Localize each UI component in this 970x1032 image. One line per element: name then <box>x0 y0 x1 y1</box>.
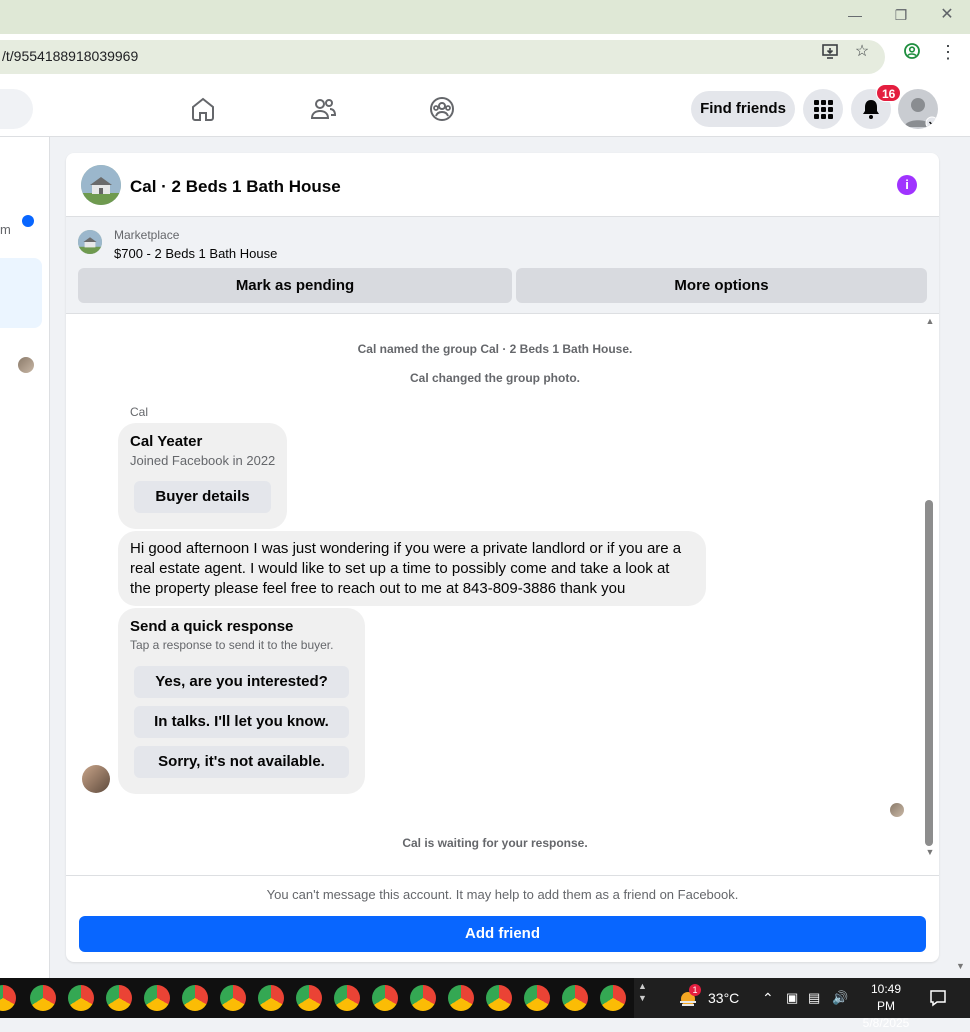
meet-now-icon[interactable]: ▣ <box>786 978 798 1018</box>
menu-grid-button[interactable] <box>803 89 843 129</box>
facebook-top-nav: Find friends 16 <box>0 80 970 137</box>
taskbar-scroll-arrows[interactable]: ▲ ▼ <box>638 980 647 1020</box>
chrome-icon[interactable] <box>372 985 398 1011</box>
marketplace-listing-bar: Marketplace $700 - 2 Beds 1 Bath House M… <box>66 217 939 314</box>
menu-dots-icon[interactable]: ⋮ <box>938 42 958 62</box>
friends-icon[interactable] <box>308 94 338 124</box>
chrome-icon[interactable] <box>410 985 436 1011</box>
sidebar-selected-chat[interactable] <box>0 258 42 328</box>
buyer-details-button[interactable]: Buyer details <box>134 481 271 513</box>
url-text: /t/9554188918039969 <box>2 48 139 64</box>
message-list: Cal named the group Cal · 2 Beds 1 Bath … <box>66 314 939 874</box>
marketplace-label: Marketplace <box>114 228 180 242</box>
chrome-icon[interactable] <box>562 985 588 1011</box>
browser-title-bar: — ❐ ✕ <box>0 0 970 36</box>
notifications-badge: 16 <box>876 84 902 102</box>
chat-panel: Cal · 2 Beds 1 Bath House i Marketplace … <box>66 153 939 962</box>
address-bar[interactable]: /t/9554188918039969 <box>0 40 885 74</box>
taskbar-clock[interactable]: 10:49 PM 5/8/2025 <box>862 981 910 1032</box>
sender-name: Cal <box>130 405 149 419</box>
install-app-icon[interactable] <box>820 42 840 62</box>
scroll-down-arrow[interactable]: ▼ <box>925 847 935 857</box>
sender-avatar[interactable] <box>82 765 110 793</box>
volume-icon[interactable]: 🔊 <box>832 978 848 1018</box>
taskbar-apps <box>0 978 634 1018</box>
chat-footer: You can't message this account. It may h… <box>66 875 939 962</box>
buyer-joined: Joined Facebook in 2022 <box>130 453 276 468</box>
network-icon[interactable]: ▤ <box>808 978 820 1018</box>
close-icon[interactable]: ✕ <box>924 4 970 26</box>
chrome-icon[interactable] <box>144 985 170 1011</box>
chrome-icon[interactable] <box>524 985 550 1011</box>
scrollbar-thumb[interactable] <box>925 500 933 846</box>
quick-response-title: Send a quick response <box>130 618 294 635</box>
cant-message-notice: You can't message this account. It may h… <box>266 887 739 902</box>
chat-title[interactable]: Cal · 2 Beds 1 Bath House <box>130 177 341 197</box>
chrome-icon[interactable] <box>68 985 94 1011</box>
chrome-icon[interactable] <box>486 985 512 1011</box>
sidebar-seen-avatar <box>18 357 34 373</box>
waiting-message: Cal is waiting for your response. <box>402 836 588 850</box>
unread-dot <box>22 215 34 227</box>
chat-header: Cal · 2 Beds 1 Bath House i <box>66 153 939 217</box>
clock-time: 10:49 PM <box>870 982 902 1013</box>
message-bubble: Hi good afternoon I was just wondering i… <box>118 531 706 606</box>
listing-title[interactable]: $700 - 2 Beds 1 Bath House <box>114 246 277 261</box>
chrome-icon[interactable] <box>258 985 284 1011</box>
system-message: Cal named the group Cal · 2 Beds 1 Bath … <box>357 342 633 356</box>
weather-badge: 1 <box>689 984 701 996</box>
groups-icon[interactable] <box>427 94 457 124</box>
temperature[interactable]: 33°C <box>708 978 739 1018</box>
chrome-icon[interactable] <box>0 985 16 1011</box>
scroll-up-arrow[interactable]: ▲ <box>925 316 935 326</box>
sidebar-partial-text: m <box>0 222 11 237</box>
tray-chevron-icon[interactable]: ⌃ <box>762 978 774 1018</box>
chrome-icon[interactable] <box>600 985 626 1011</box>
chrome-icon[interactable] <box>106 985 132 1011</box>
page-scroll-down-arrow[interactable]: ▼ <box>956 961 965 971</box>
message-text: Hi good afternoon I was just wondering i… <box>130 540 682 597</box>
chrome-icon[interactable] <box>220 985 246 1011</box>
chrome-icon[interactable] <box>334 985 360 1011</box>
add-friend-button[interactable]: Add friend <box>79 916 926 952</box>
chrome-icon[interactable] <box>30 985 56 1011</box>
minimize-icon[interactable]: — <box>832 4 878 26</box>
buyer-profile-card: Cal Yeater Joined Facebook in 2022 Buyer… <box>118 423 287 529</box>
quick-response-option[interactable]: Sorry, it's not available. <box>134 746 349 778</box>
browser-toolbar: /t/9554188918039969 ☆ ⋮ <box>0 34 970 80</box>
find-friends-button[interactable]: Find friends <box>691 91 795 127</box>
account-avatar-button[interactable] <box>898 89 938 129</box>
search-input[interactable] <box>0 89 33 129</box>
quick-response-subtitle: Tap a response to send it to the buyer. <box>130 638 334 652</box>
chrome-icon[interactable] <box>182 985 208 1011</box>
mark-as-pending-button[interactable]: Mark as pending <box>78 268 512 303</box>
buyer-name: Cal Yeater <box>130 433 203 450</box>
notification-center-icon[interactable] <box>928 978 948 1018</box>
restore-icon[interactable]: ❐ <box>878 4 924 26</box>
chrome-icon[interactable] <box>448 985 474 1011</box>
group-photo[interactable] <box>81 165 121 205</box>
chrome-icon[interactable] <box>296 985 322 1011</box>
home-icon[interactable] <box>188 94 218 124</box>
quick-response-option[interactable]: Yes, are you interested? <box>134 666 349 698</box>
menu-grid-icon <box>814 100 833 119</box>
profile-icon[interactable] <box>902 42 922 62</box>
listing-photo[interactable] <box>78 230 102 254</box>
bookmark-star-icon[interactable]: ☆ <box>852 42 872 62</box>
system-message: Cal changed the group photo. <box>410 371 580 385</box>
avatar <box>904 98 938 129</box>
taskbar: ▲ ▼ 1 33°C ⌃ ▣ ▤ 🔊 10:49 PM 5/8/2025 <box>0 978 970 1030</box>
quick-response-option[interactable]: In talks. I'll let you know. <box>134 706 349 738</box>
more-options-button[interactable]: More options <box>516 268 927 303</box>
quick-response-card: Send a quick response Tap a response to … <box>118 608 365 794</box>
info-icon[interactable]: i <box>897 175 917 195</box>
seen-avatar <box>890 803 904 817</box>
